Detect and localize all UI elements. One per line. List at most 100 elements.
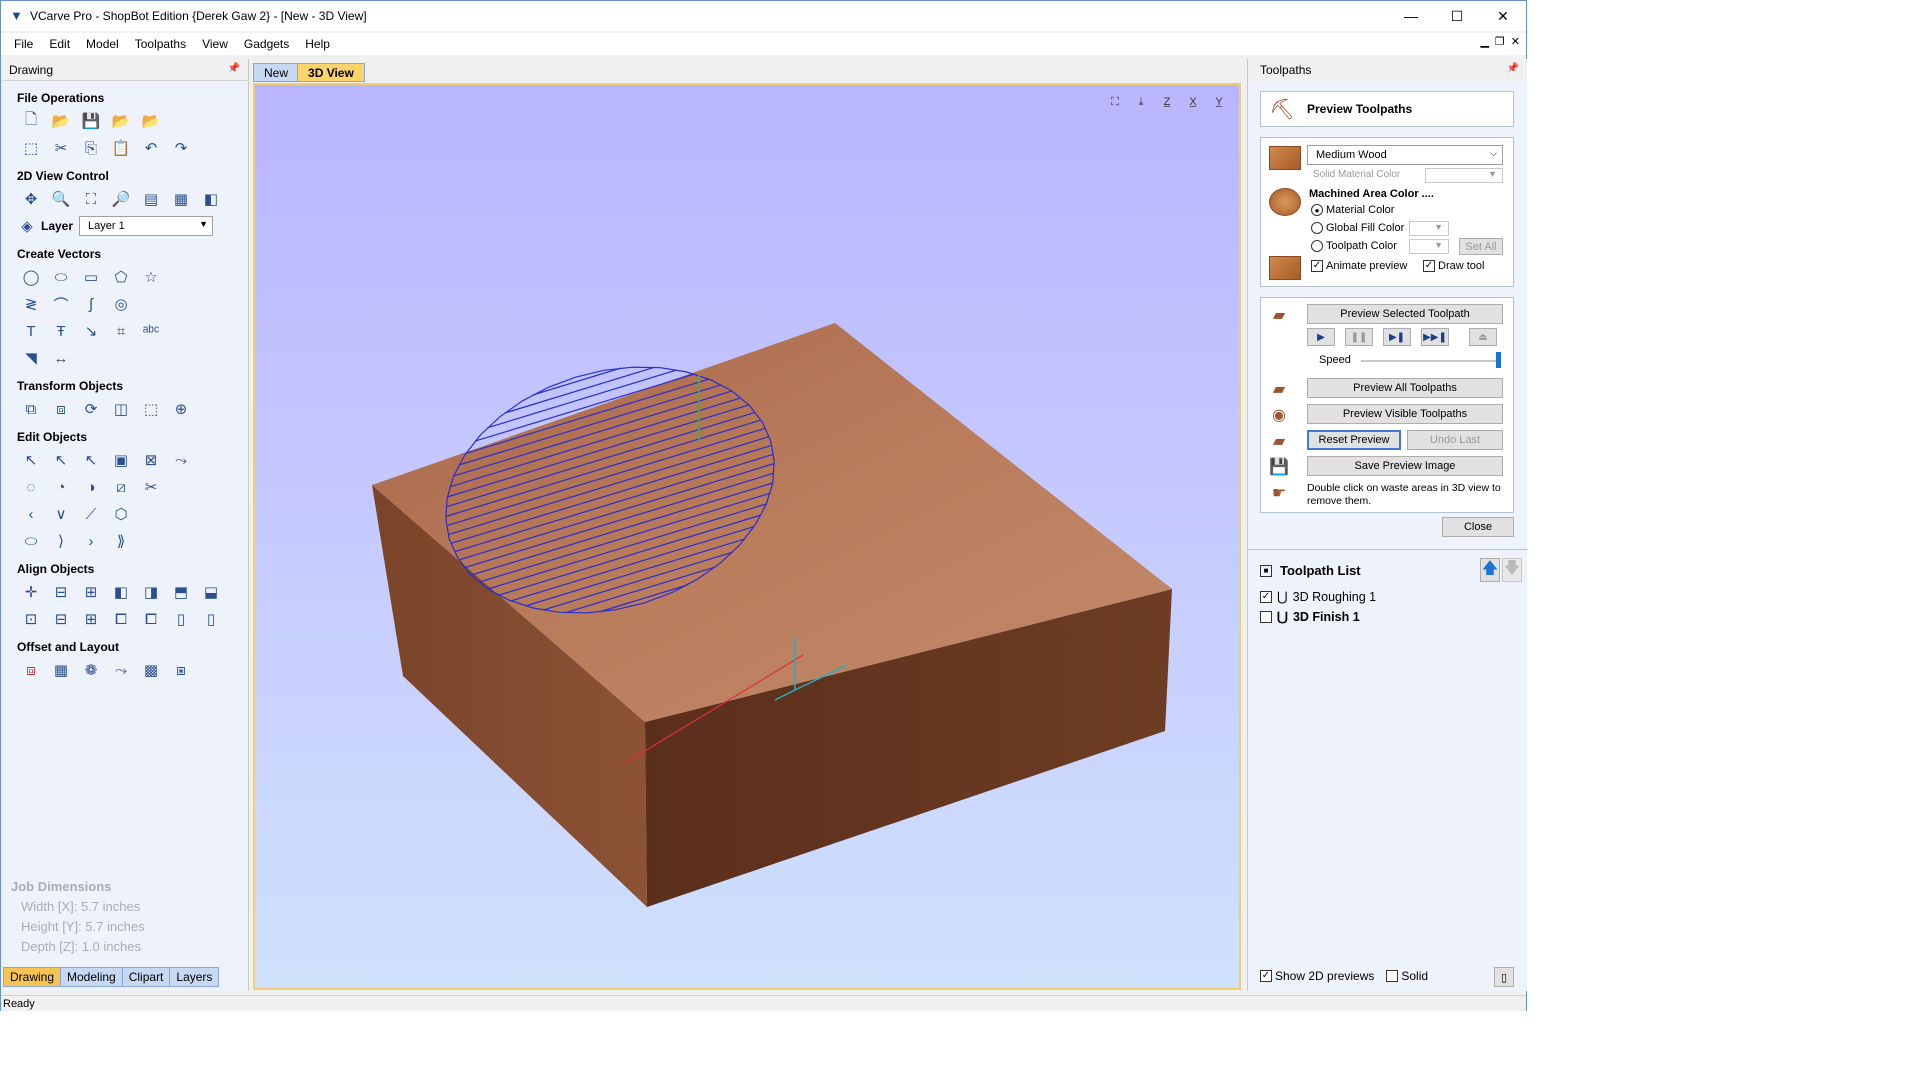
intersect-icon[interactable]: ◑	[79, 476, 103, 498]
reset-preview-button[interactable]: Reset Preview	[1307, 430, 1401, 450]
circle-icon[interactable]: ◯	[19, 266, 43, 288]
center-in-material-icon[interactable]: ⊡	[19, 608, 43, 630]
interactive-select-icon[interactable]: ↖	[79, 449, 103, 471]
ellipse-icon[interactable]: ⬭	[49, 266, 73, 288]
undo-icon[interactable]: ↶	[139, 137, 163, 159]
copy-along-vector-icon[interactable]: ⤳	[109, 659, 133, 681]
toolpath-row-roughing[interactable]: ✓ ⋃ 3D Roughing 1	[1260, 589, 1376, 605]
distribute-h-icon[interactable]: ⊟	[49, 608, 73, 630]
align-hcenter-icon[interactable]: ⊟	[49, 581, 73, 603]
align-top-icon[interactable]: ⬒	[169, 581, 193, 603]
curve-fit-icon[interactable]: ⟩	[49, 530, 73, 552]
spell-check-icon[interactable]: ᵃᵇᶜ	[139, 320, 163, 342]
array-copy-icon[interactable]: ▦	[49, 659, 73, 681]
node-edit-icon[interactable]: ↖	[49, 449, 73, 471]
close-button[interactable]: Close	[1442, 517, 1514, 537]
menu-edit[interactable]: Edit	[41, 37, 78, 51]
step-icon[interactable]: ▶❚	[1383, 328, 1411, 346]
zoom-selection-icon[interactable]: 🔎	[109, 188, 133, 210]
break-icon[interactable]: ›	[79, 530, 103, 552]
align-vcenter-icon[interactable]: ⊞	[79, 581, 103, 603]
radio-global-fill-color[interactable]: Global Fill Color	[1311, 222, 1404, 234]
align-right-icon[interactable]: ◨	[139, 581, 163, 603]
tab-clipart[interactable]: Clipart	[121, 967, 171, 987]
unchecked-box-icon[interactable]	[1260, 611, 1272, 623]
rewind-icon[interactable]: ⏏	[1469, 328, 1497, 346]
weld-icon[interactable]: ◌	[19, 476, 43, 498]
cut-icon[interactable]: ✂	[49, 137, 73, 159]
save-file-icon[interactable]: 💾	[79, 110, 103, 132]
preview-visible-toolpaths-button[interactable]: Preview Visible Toolpaths	[1307, 404, 1503, 424]
solid-checkbox[interactable]: Solid	[1386, 969, 1428, 983]
scissors-icon[interactable]: ✂	[139, 476, 163, 498]
play-icon[interactable]: ▶	[1307, 328, 1335, 346]
3d-model-canvas[interactable]	[255, 85, 1239, 988]
preview-all-toolpaths-button[interactable]: Preview All Toolpaths	[1307, 378, 1503, 398]
job-setup-icon[interactable]: ⬚	[19, 137, 43, 159]
distribute-v-icon[interactable]: ⊞	[79, 608, 103, 630]
spiral-icon[interactable]: ◎	[109, 293, 133, 315]
toolpath-row-finish[interactable]: ⋃ 3D Finish 1	[1260, 609, 1360, 625]
arc-icon[interactable]: ⌒	[49, 293, 73, 315]
material-dropdown[interactable]: Medium Wood ⌵	[1307, 145, 1503, 165]
view-split-icon[interactable]: ▦	[169, 188, 193, 210]
solid-material-color-picker[interactable]: ▼	[1425, 168, 1503, 183]
group-icon[interactable]: ▣	[109, 449, 133, 471]
set-all-button[interactable]: Set All	[1459, 238, 1503, 255]
select-icon[interactable]: ↖	[19, 449, 43, 471]
move-icon[interactable]: ⧉	[19, 398, 43, 420]
tab-layers[interactable]: Layers	[169, 967, 220, 987]
show-2d-previews-checkbox[interactable]: ✓ Show 2D previews	[1260, 969, 1374, 983]
menu-model[interactable]: Model	[78, 37, 127, 51]
pin-icon[interactable]: 📌	[1507, 63, 1519, 74]
extend-icon[interactable]: ⟋	[79, 503, 103, 525]
tab-new[interactable]: New	[253, 63, 300, 82]
pan-icon[interactable]: ✥	[19, 188, 43, 210]
menu-file[interactable]: File	[1, 37, 41, 51]
layer-dropdown[interactable]: Layer 1 ▼	[79, 216, 214, 236]
curve-icon[interactable]: ʃ	[79, 293, 103, 315]
radio-toolpath-color[interactable]: Toolpath Color	[1311, 240, 1397, 252]
arc-fit-icon[interactable]: ⟫	[109, 530, 133, 552]
mdi-minimize-icon[interactable]: ▁	[1480, 35, 1488, 48]
fillet-icon[interactable]: ‹	[19, 503, 43, 525]
polygon-icon[interactable]: ⬠	[109, 266, 133, 288]
toolpath-color-picker[interactable]: ▼	[1409, 239, 1449, 254]
close-vector-icon[interactable]: ⬡	[109, 503, 133, 525]
draw-tool-checkbox[interactable]: ✓ Draw tool	[1423, 260, 1484, 272]
menu-help[interactable]: Help	[297, 37, 338, 51]
import-vectors-icon[interactable]: 📂	[109, 110, 133, 132]
toolpath-list-toggle-icon[interactable]: ■	[1260, 564, 1272, 577]
open-file-icon[interactable]: 📂	[49, 110, 73, 132]
auto-nest-icon[interactable]: ⧆	[169, 659, 193, 681]
align-left-icon[interactable]: ◧	[109, 581, 133, 603]
tab-3d-view[interactable]: 3D View	[297, 63, 365, 82]
trim-icon[interactable]: ⧄	[109, 476, 133, 498]
set-size-icon[interactable]: ⧈	[49, 398, 73, 420]
maximize-button[interactable]: ☐	[1434, 1, 1480, 31]
toolpath-summary-icon[interactable]: ▯	[1494, 967, 1514, 987]
ungroup-icon[interactable]: ⊠	[139, 449, 163, 471]
stack-top-icon[interactable]: ▯	[169, 608, 193, 630]
dimension-icon[interactable]: ◥	[19, 347, 43, 369]
tab-modeling[interactable]: Modeling	[60, 967, 123, 987]
tab-drawing[interactable]: Drawing	[3, 967, 62, 987]
undo-last-button[interactable]: Undo Last	[1407, 430, 1503, 450]
3d-viewport[interactable]: ⛶ ⤓ Z̲ X̲ Y̲	[253, 83, 1241, 990]
auto-layout-text-icon[interactable]: ⌗	[109, 320, 133, 342]
speed-slider-thumb[interactable]	[1496, 352, 1501, 368]
menu-view[interactable]: View	[194, 37, 236, 51]
stack-bottom-icon[interactable]: ▯	[199, 608, 223, 630]
text-icon[interactable]: T	[19, 320, 43, 342]
move-down-icon[interactable]: 🡇	[1502, 558, 1522, 582]
offset-icon[interactable]: ⧈	[19, 659, 43, 681]
circular-array-icon[interactable]: ❁	[79, 659, 103, 681]
measure-icon[interactable]: ↔	[49, 347, 73, 369]
subtract-icon[interactable]: ◔	[49, 476, 73, 498]
align-bottom-icon[interactable]: ⬓	[199, 581, 223, 603]
zoom-extents-icon[interactable]: ⛶	[79, 188, 103, 210]
minimize-button[interactable]: —	[1388, 1, 1434, 31]
rectangle-icon[interactable]: ▭	[79, 266, 103, 288]
nesting-icon[interactable]: ▩	[139, 659, 163, 681]
text-on-curve-icon[interactable]: ↘	[79, 320, 103, 342]
